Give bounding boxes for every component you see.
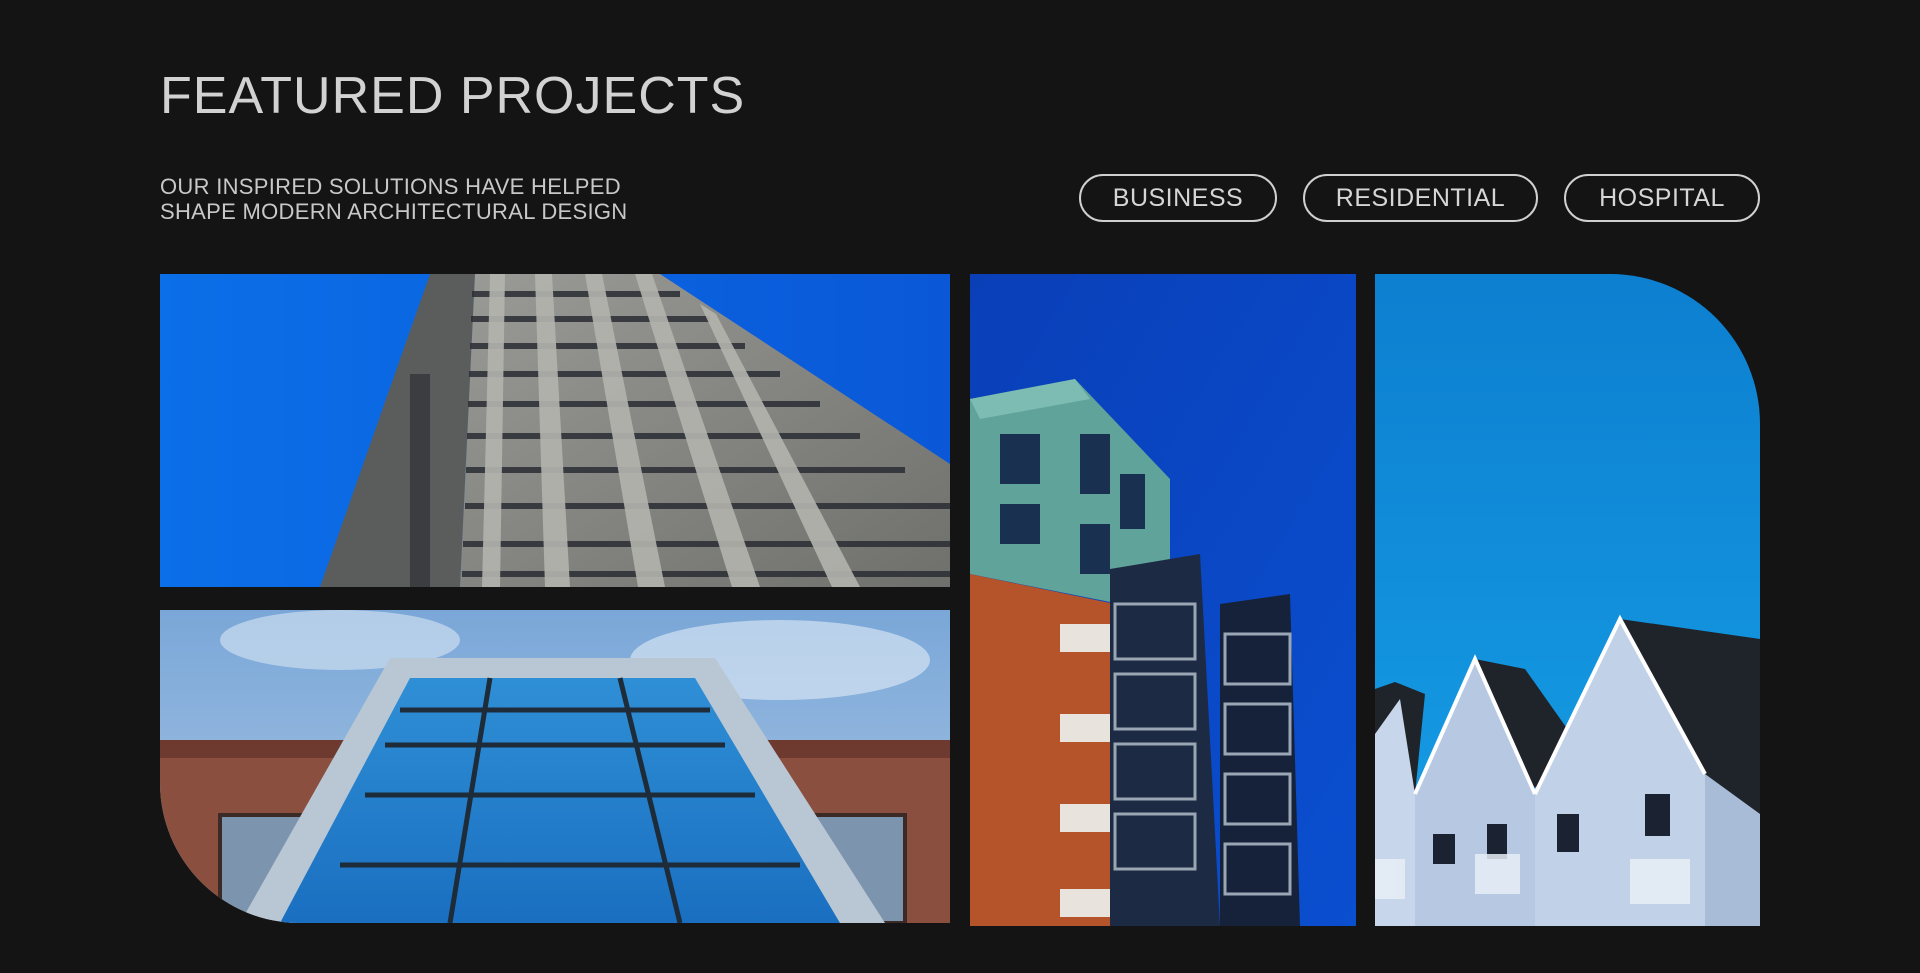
concrete-tower-illustration <box>160 274 950 587</box>
project-image-concrete-tower[interactable] <box>160 274 950 587</box>
subtitle-line-2: SHAPE MODERN ARCHITECTURAL DESIGN <box>160 199 628 224</box>
brick-tower-illustration <box>970 274 1356 926</box>
project-image-gabled-houses[interactable] <box>1375 274 1760 926</box>
subtitle-line-1: OUR INSPIRED SOLUTIONS HAVE HELPED <box>160 174 621 199</box>
project-image-brick-tower[interactable] <box>970 274 1356 926</box>
category-filters: BUSINESS RESIDENTIAL HOSPITAL <box>1079 174 1760 222</box>
glass-stairwell-illustration <box>160 610 950 923</box>
page-title: FEATURED PROJECTS <box>160 67 746 125</box>
project-image-glass-stairwell[interactable] <box>160 610 950 923</box>
filter-business-button[interactable]: BUSINESS <box>1079 174 1277 222</box>
filter-hospital-button[interactable]: HOSPITAL <box>1564 174 1760 222</box>
page-subtitle: OUR INSPIRED SOLUTIONS HAVE HELPED SHAPE… <box>160 174 628 224</box>
filter-residential-button[interactable]: RESIDENTIAL <box>1303 174 1538 222</box>
gabled-houses-illustration <box>1375 274 1760 926</box>
